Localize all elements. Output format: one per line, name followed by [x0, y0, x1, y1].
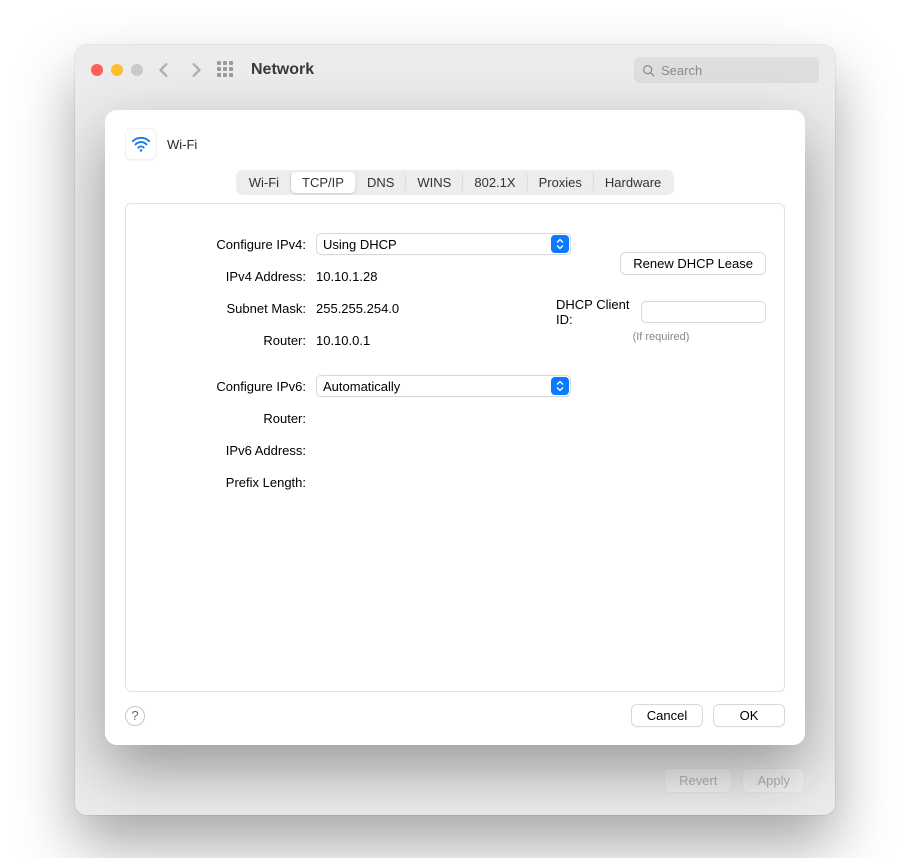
ok-button[interactable]: OK [713, 704, 785, 727]
tab-wins[interactable]: WINS [406, 172, 463, 193]
label-router-ipv6: Router: [126, 411, 316, 426]
label-ipv4-address: IPv4 Address: [126, 269, 316, 284]
label-dhcp-client-id: DHCP Client ID: [556, 297, 633, 327]
tab-8021x[interactable]: 802.1X [463, 172, 527, 193]
tab-bar: Wi-Fi TCP/IP DNS WINS 802.1X Proxies Har… [236, 170, 675, 195]
tab-wifi[interactable]: Wi-Fi [238, 172, 291, 193]
sheet-title: Wi-Fi [167, 137, 197, 152]
dhcp-client-id-field[interactable] [641, 301, 766, 323]
configure-ipv4-select[interactable]: Using DHCP [316, 233, 571, 255]
tab-proxies[interactable]: Proxies [528, 172, 594, 193]
configure-ipv4-value: Using DHCP [323, 237, 397, 252]
window-controls [91, 64, 143, 76]
configure-ipv6-value: Automatically [323, 379, 400, 394]
renew-dhcp-lease-button[interactable]: Renew DHCP Lease [620, 252, 766, 275]
forward-button[interactable] [185, 57, 207, 83]
tcpip-panel: Configure IPv4: Using DHCP IPv4 Address:… [125, 203, 785, 692]
preferences-window: Network Search Revert Apply Wi-Fi Wi-Fi … [75, 45, 835, 815]
help-button[interactable]: ? [125, 706, 145, 726]
label-router-ipv4: Router: [126, 333, 316, 348]
label-subnet-mask: Subnet Mask: [126, 301, 316, 316]
search-icon [642, 64, 655, 77]
tab-tcpip[interactable]: TCP/IP [291, 172, 356, 193]
close-window-button[interactable] [91, 64, 103, 76]
show-all-icon[interactable] [217, 61, 235, 79]
titlebar: Network Search [75, 45, 835, 95]
window-title: Network [251, 61, 314, 79]
configure-ipv6-select[interactable]: Automatically [316, 375, 571, 397]
label-configure-ipv6: Configure IPv6: [126, 379, 316, 394]
value-subnet-mask: 255.255.254.0 [316, 301, 399, 316]
apply-button[interactable]: Apply [742, 768, 805, 793]
cancel-button[interactable]: Cancel [631, 704, 703, 727]
tab-hardware[interactable]: Hardware [594, 172, 672, 193]
chevron-updown-icon [551, 377, 569, 395]
label-configure-ipv4: Configure IPv4: [126, 237, 316, 252]
revert-button[interactable]: Revert [664, 768, 732, 793]
chevron-updown-icon [551, 235, 569, 253]
wifi-icon [125, 128, 157, 160]
minimize-window-button[interactable] [111, 64, 123, 76]
dhcp-client-id-hint: (If required) [556, 331, 766, 343]
back-button[interactable] [153, 57, 175, 83]
value-router-ipv4: 10.10.0.1 [316, 333, 370, 348]
zoom-window-button[interactable] [131, 64, 143, 76]
label-prefix-length: Prefix Length: [126, 475, 316, 490]
tab-dns[interactable]: DNS [356, 172, 406, 193]
search-field[interactable]: Search [634, 57, 819, 83]
search-placeholder: Search [661, 63, 702, 78]
advanced-sheet: Wi-Fi Wi-Fi TCP/IP DNS WINS 802.1X Proxi… [105, 110, 805, 745]
label-ipv6-address: IPv6 Address: [126, 443, 316, 458]
value-ipv4-address: 10.10.1.28 [316, 269, 377, 284]
